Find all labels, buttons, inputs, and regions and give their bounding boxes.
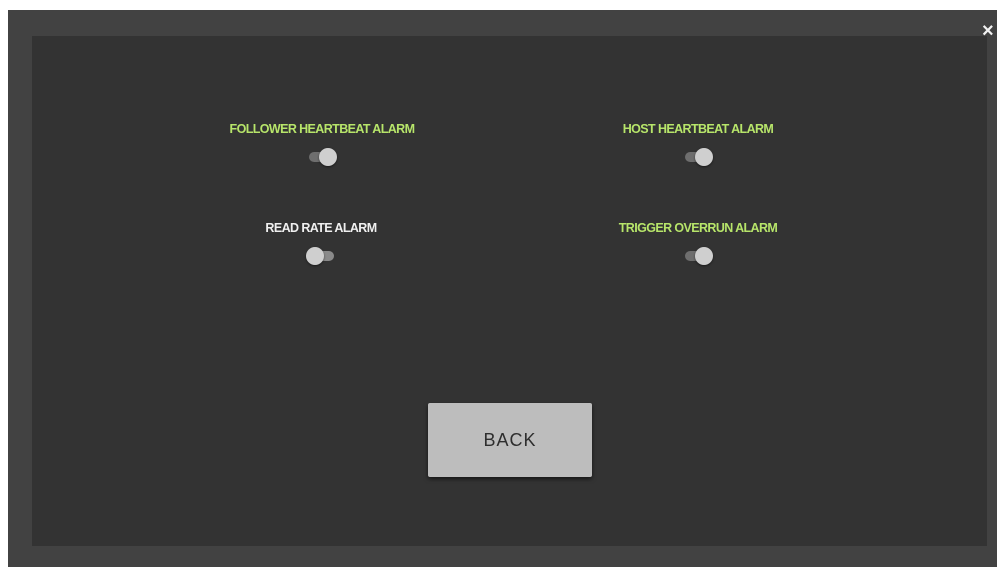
toggle-host-heartbeat-alarm: HOST HEARTBEAT ALARM: [548, 122, 848, 167]
switch-knob: [306, 247, 324, 265]
alarm-settings-dialog: [8, 10, 997, 567]
back-button[interactable]: BACK: [428, 403, 592, 477]
switch-knob: [695, 148, 713, 166]
toggle-read-rate-alarm: READ RATE ALARM: [171, 221, 471, 266]
close-icon[interactable]: ×: [982, 20, 997, 42]
toggle-label: TRIGGER OVERRUN ALARM: [618, 221, 778, 235]
read-rate-alarm-switch[interactable]: [306, 246, 336, 266]
host-heartbeat-alarm-switch[interactable]: [683, 147, 713, 167]
trigger-overrun-alarm-switch[interactable]: [683, 246, 713, 266]
switch-knob: [695, 247, 713, 265]
toggle-label: FOLLOWER HEARTBEAT ALARM: [229, 122, 415, 136]
toggle-follower-heartbeat-alarm: FOLLOWER HEARTBEAT ALARM: [172, 122, 472, 167]
toggle-label: HOST HEARTBEAT ALARM: [622, 122, 774, 136]
follower-heartbeat-alarm-switch[interactable]: [307, 147, 337, 167]
toggle-label: READ RATE ALARM: [265, 221, 377, 235]
toggle-trigger-overrun-alarm: TRIGGER OVERRUN ALARM: [548, 221, 848, 266]
switch-knob: [319, 148, 337, 166]
